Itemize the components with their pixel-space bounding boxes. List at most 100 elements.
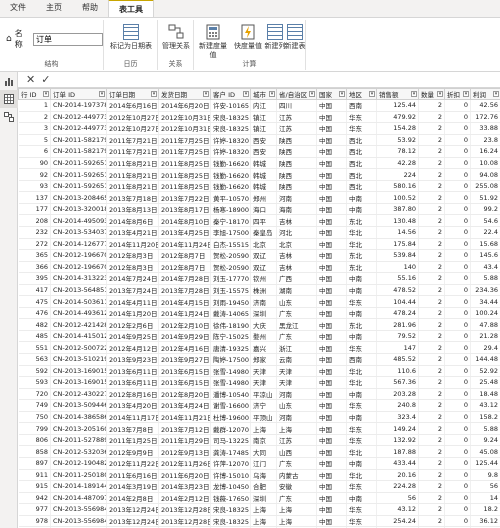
table-row[interactable]: 92CN-2011-59265112011年8月21日2011年8月25日钱勤-… (18, 168, 500, 181)
table-row[interactable]: 476CN-2014-49361202014年1月20日2014年1月24日戴涛… (18, 307, 500, 320)
manage-relationships-button[interactable]: 管理关系 (160, 24, 192, 51)
table-row[interactable]: 232CN-2013-53403742013年4月21日2013年4月25日李旭… (18, 226, 500, 239)
tab-table-tools[interactable]: 表工具 (108, 0, 154, 17)
filter-dropdown-icon[interactable]: ▾ (493, 91, 499, 97)
table-row[interactable]: 750CN-2014-38658652014年11月17日2014年11月21日… (18, 411, 500, 424)
commit-icon[interactable]: ✓ (41, 73, 50, 86)
column-header[interactable]: 订单 ID ▾ (50, 88, 107, 100)
table-cell: 中国 (316, 214, 347, 227)
table-row[interactable]: 551CN-2012-50072292012年4月12日2012年4月16日唐清… (18, 341, 500, 355)
table-row[interactable]: 177CN-2013-32001802013年8月13日2013年8月17日杨寒… (18, 203, 500, 216)
table-row[interactable]: 911CN-2011-25018002011年6月16日2011年6月20日许博… (18, 469, 500, 482)
table-row[interactable]: 942CN-2014-48709712014年2月8日2014年2月12日钱薇-… (18, 492, 500, 505)
table-row[interactable]: 3CN-2012-44977362012年10月27日2012年10月31日宋良… (18, 122, 500, 135)
mark-date-table-button[interactable]: 标记为日期表 (108, 24, 154, 51)
column-header[interactable]: 客户 ID ▾ (210, 88, 251, 100)
table-row[interactable]: 208CN-2014-49509342014年8月6日2014年8月10日秦宁-… (18, 214, 500, 227)
table-row[interactable]: 897CN-2012-19048292012年11月22日2012年11月26日… (18, 457, 500, 470)
table-row[interactable]: 137CN-2013-20846522013年7月18日2013年7月22日黄平… (18, 191, 500, 204)
table-row[interactable]: 1CN-2014-19737892014年6月16日2014年6月20日许安-1… (18, 99, 500, 112)
filter-dropdown-icon[interactable]: ▾ (243, 91, 249, 97)
filter-dropdown-icon[interactable]: ▾ (437, 91, 443, 97)
table-row[interactable]: 485CN-2014-41501282014年9月25日2014年9月29日陈宁… (18, 330, 500, 343)
column-header[interactable]: 国家 ▾ (316, 88, 347, 100)
table-row[interactable]: 417CN-2013-56485142013年7月24日2013年7月28日刘玉… (18, 284, 500, 297)
filter-dropdown-icon[interactable]: ▾ (203, 91, 209, 97)
table-cell: 济南 (250, 295, 277, 308)
table-cell: 济宁 (250, 399, 277, 412)
table-cell: 2012年10月31日 (158, 111, 211, 124)
column-header[interactable]: 发货日期 ▾ (158, 88, 211, 100)
table-row[interactable]: 395CN-2014-31322302014年7月24日2014年7月28日刘玉… (18, 272, 500, 285)
quick-measure-button[interactable]: 快度量值 (231, 24, 265, 51)
table-row[interactable]: 799CN-2013-20516022013年7月8日2013年7月12日戴群-… (18, 422, 500, 435)
table-cell: 2013年4月20日 (106, 399, 159, 412)
table-row[interactable]: 563CN-2013-51021952013年9月23日2013年9月27日陶婷… (18, 353, 500, 366)
column-header[interactable]: 销售额 ▾ (376, 88, 419, 100)
tab-file[interactable]: 文件 (0, 0, 36, 17)
table-row[interactable]: 858CN-2012-53203632012年9月9日2012年9月13日龚涛-… (18, 445, 500, 458)
model-view-icon[interactable] (0, 108, 18, 126)
column-header[interactable]: 地区 ▾ (346, 88, 377, 100)
cancel-icon[interactable]: ✕ (26, 73, 35, 86)
table-row[interactable]: 593CN-2013-16901562013年6月11日2013年6月15日张雪… (18, 376, 500, 389)
column-header[interactable]: 城市 ▾ (250, 88, 277, 100)
table-row[interactable]: 720CN-2012-43022722012年8月16日2012年8月20日潘博… (18, 388, 500, 401)
table-row[interactable]: 749CN-2013-50944672013年4月20日2013年4月24日谢雪… (18, 399, 500, 412)
new-table-button[interactable]: 新建表 (284, 24, 306, 51)
table-row[interactable]: 475CN-2014-50361142014年4月11日2014年4月15日刘雨… (18, 295, 500, 308)
table-row[interactable]: 915CN-2014-18914472014年3月19日2014年3月23日龙博… (18, 480, 500, 493)
tab-home[interactable]: 主页 (36, 0, 72, 17)
table-cell: 0 (444, 157, 471, 170)
filter-dropdown-icon[interactable]: ▾ (269, 91, 275, 97)
column-header[interactable]: 省/自治区 ▾ (276, 88, 317, 100)
column-header[interactable]: 订单日期 ▾ (106, 88, 159, 100)
tab-help[interactable]: 帮助 (72, 0, 108, 17)
column-header[interactable]: 利润 ▾ (470, 88, 500, 100)
column-header[interactable]: 折扣 ▾ (444, 88, 471, 100)
table-row[interactable]: 6CN-2011-58217912011年7月21日2011年7月25日许婷-1… (18, 145, 500, 158)
table-cell: 2011年8月21日 (106, 180, 159, 193)
table-row[interactable]: 978CN-2013-55698452013年12月24日2013年12月28日… (18, 515, 500, 528)
filter-dropdown-icon[interactable]: ▾ (309, 91, 315, 97)
filter-dropdown-icon[interactable]: ▾ (43, 91, 49, 97)
table-row[interactable]: 5CN-2011-58217912011年7月21日2011年7月25日许婷-1… (18, 134, 500, 147)
table-cell: 2013年9月27日 (158, 353, 211, 366)
table-cell: 西北 (346, 168, 377, 181)
new-column-button[interactable]: 新建列 (264, 24, 286, 51)
table-row[interactable]: 806CN-2011-52788912011年1月25日2011年1月29日司马… (18, 434, 500, 447)
table-cell: 110.6 (376, 365, 419, 378)
report-view-icon[interactable] (0, 72, 18, 90)
table-row[interactable]: 977CN-2013-55698452013年12月24日2013年12月28日… (18, 503, 500, 516)
table-row[interactable]: 592CN-2013-16901562013年6月11日2013年6月15日张雪… (18, 365, 500, 378)
table-cell: 四平 (250, 214, 277, 227)
new-measure-button[interactable]: 新建度量值 (196, 24, 230, 60)
column-header[interactable]: 数量 ▾ (418, 88, 445, 100)
filter-dropdown-icon[interactable]: ▾ (151, 91, 157, 97)
table-row[interactable]: 90CN-2011-59265112011年8月21日2011年8月25日钱勤-… (18, 157, 500, 170)
filter-dropdown-icon[interactable]: ▾ (369, 91, 375, 97)
column-header[interactable]: 行 ID ▾ (18, 88, 51, 100)
table-cell: 2 (418, 445, 445, 458)
table-cell: 秦皇岛 (250, 226, 277, 239)
table-cell: 广东 (276, 492, 317, 505)
filter-dropdown-icon[interactable]: ▾ (339, 91, 345, 97)
table-row[interactable]: 365CN-2012-19667062012年8月3日2012年8月7日贺松-2… (18, 249, 500, 262)
table-cell: 中国 (316, 272, 347, 285)
table-cell: 中国 (316, 388, 347, 401)
filter-dropdown-icon[interactable]: ▾ (463, 91, 469, 97)
table-cell: 2 (418, 492, 445, 505)
filter-dropdown-icon[interactable]: ▾ (411, 91, 417, 97)
table-cell: 陕西 (276, 180, 317, 193)
table-row[interactable]: 366CN-2012-19667062012年8月3日2012年8月7日贺松-2… (18, 261, 500, 274)
table-cell: 2013年6月15日 (158, 365, 211, 378)
table-name-input[interactable] (33, 32, 103, 46)
table-row[interactable]: 93CN-2011-59265112011年8月21日2011年8月25日钱勤-… (18, 180, 500, 193)
table-row[interactable]: 272CN-2014-12677782014年11月20日2014年11月24日… (18, 238, 500, 251)
filter-dropdown-icon[interactable]: ▾ (99, 91, 105, 97)
table-cell: 婺州 (250, 330, 277, 343)
table-cell: 徐伟-18190 (210, 318, 251, 331)
table-row[interactable]: 482CN-2012-42142872012年2月6日2012年2月10日徐伟-… (18, 318, 500, 331)
table-row[interactable]: 2CN-2012-44977362012年10月27日2012年10月31日宋良… (18, 111, 500, 124)
data-view-icon[interactable] (0, 90, 18, 108)
